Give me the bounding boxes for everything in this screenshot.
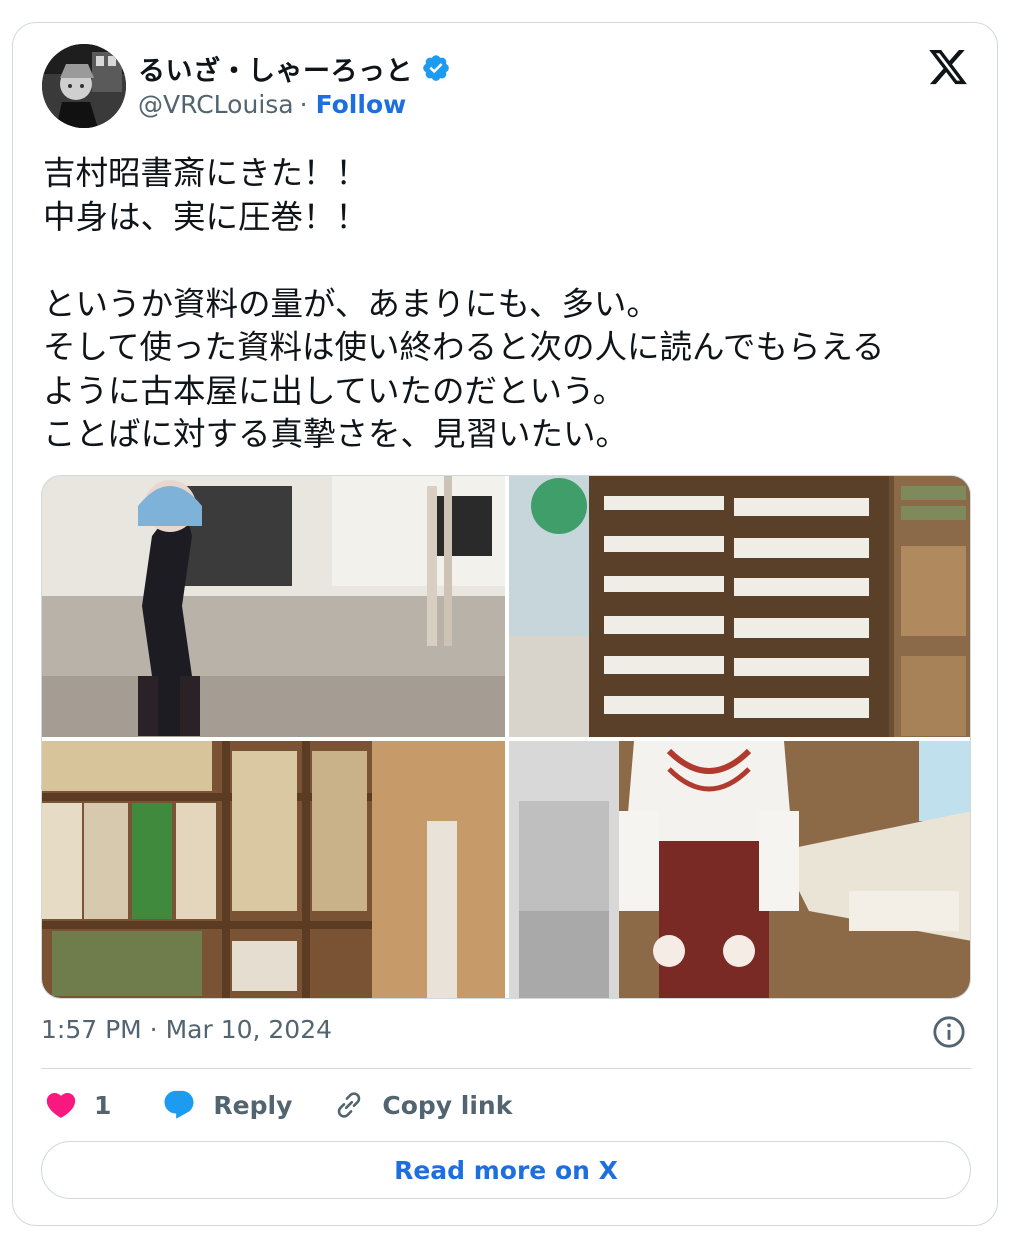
timestamp[interactable]: 1:57 PM · Mar 10, 2024 <box>41 1015 332 1044</box>
link-icon <box>338 1092 361 1118</box>
reply-label: Reply <box>213 1090 293 1120</box>
info-icon[interactable] <box>932 1015 966 1049</box>
divider <box>41 1068 971 1069</box>
handle-separator: · <box>299 90 308 119</box>
photo-street-avatar[interactable] <box>42 476 505 737</box>
read-more-button[interactable]: Read more on X <box>41 1141 971 1199</box>
reply-button[interactable]: Reply <box>161 1088 292 1122</box>
media-grid[interactable] <box>41 475 971 999</box>
verified-badge-icon <box>423 55 449 81</box>
follow-button[interactable]: Follow <box>316 90 407 119</box>
display-name[interactable]: るいざ・しゃーろっと <box>138 49 413 88</box>
handle-row: @VRCLouisa · Follow <box>138 90 406 119</box>
handle[interactable]: @VRCLouisa <box>138 90 294 119</box>
photo-paper-shelves[interactable] <box>509 476 970 737</box>
avatar[interactable] <box>42 44 126 128</box>
like-count: 1 <box>94 1090 112 1120</box>
photo-desk-avatar[interactable] <box>509 741 970 998</box>
copy-link-button[interactable]: Copy link <box>332 1088 512 1122</box>
author-name-row: るいざ・しゃーろっと <box>138 49 451 88</box>
action-bar: 1 Reply Copy link <box>44 1085 512 1125</box>
heart-icon <box>46 1092 76 1118</box>
tweet-text: 吉村昭書斎にきた！！ 中身は、実に圧巻！！ というか資料の量が、あまりにも、多い… <box>43 154 885 453</box>
reply-bubble-icon <box>164 1090 194 1119</box>
copy-link-label: Copy link <box>382 1090 513 1120</box>
x-logo-icon[interactable] <box>926 46 970 88</box>
photo-bookshelves[interactable] <box>42 741 505 998</box>
like-button[interactable]: 1 <box>44 1088 111 1122</box>
